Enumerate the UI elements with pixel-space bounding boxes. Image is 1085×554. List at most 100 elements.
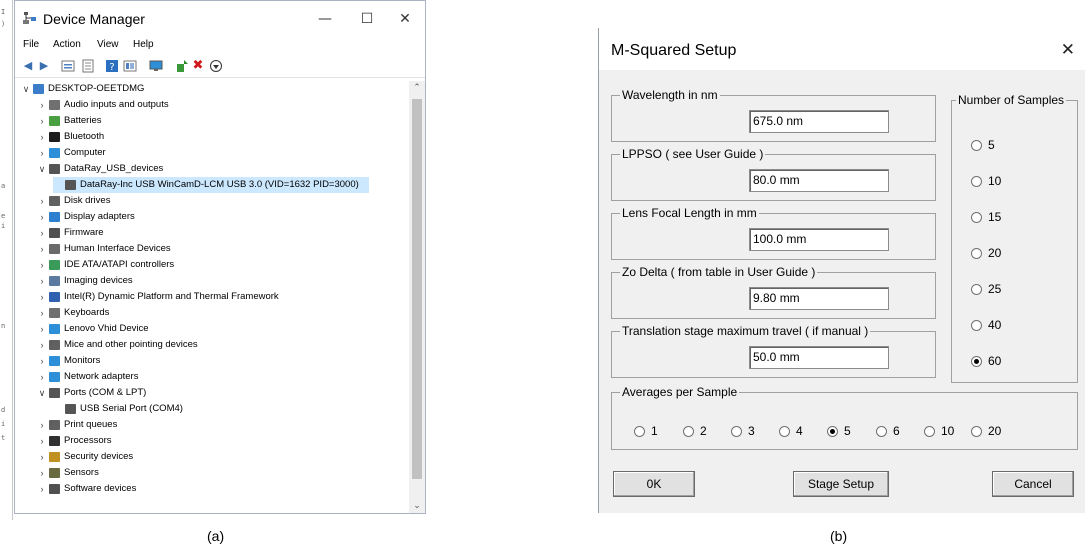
ok-button[interactable]: 0K	[613, 471, 695, 497]
menu-view[interactable]: View	[97, 39, 119, 50]
chevron-right-icon[interactable]: ›	[37, 97, 47, 113]
averages-option-3[interactable]: 3	[731, 424, 755, 438]
vertical-scrollbar[interactable]: ⌃ ⌄	[409, 81, 425, 513]
monitor-icon[interactable]	[149, 59, 163, 73]
radio-icon[interactable]	[971, 426, 982, 437]
samples-option-40[interactable]: 40	[971, 318, 1001, 332]
radio-icon[interactable]	[731, 426, 742, 437]
chevron-right-icon[interactable]: ›	[37, 129, 47, 145]
close-icon[interactable]: ✕	[1061, 40, 1075, 60]
samples-option-10[interactable]: 10	[971, 174, 1001, 188]
samples-option-25[interactable]: 25	[971, 282, 1001, 296]
dialog-title-bar[interactable]: M-Squared Setup ✕	[599, 28, 1085, 70]
details-icon[interactable]	[123, 59, 137, 73]
tree-item-label: Print queues	[64, 419, 118, 430]
radio-icon[interactable]	[876, 426, 887, 437]
tree-item-label: Ports (COM & LPT)	[64, 387, 147, 398]
scroll-thumb[interactable]	[412, 99, 422, 479]
radio-icon[interactable]	[971, 248, 982, 259]
back-icon[interactable]: ◀	[21, 59, 35, 73]
tree-item[interactable]: DataRay-Inc USB WinCamD-LCM USB 3.0 (VID…	[53, 177, 369, 193]
focal-length-field[interactable]: 100.0 mm	[749, 228, 889, 251]
radio-icon[interactable]	[634, 426, 645, 437]
stage-setup-button[interactable]: Stage Setup	[793, 471, 889, 497]
toolbar: ◀ ▶ ? ✖	[15, 55, 425, 78]
device-tree: ∨ DESKTOP-OEETDMG › Audio inputs and output…	[15, 81, 411, 513]
radio-icon[interactable]	[779, 426, 790, 437]
averages-option-1[interactable]: 1	[634, 424, 658, 438]
title-bar[interactable]: Device Manager — ☐ ✕	[15, 1, 425, 37]
chevron-right-icon[interactable]: ›	[37, 273, 47, 289]
forward-icon[interactable]: ▶	[37, 59, 51, 73]
menu-action[interactable]: Action	[53, 39, 81, 50]
averages-option-2[interactable]: 2	[683, 424, 707, 438]
radio-icon[interactable]	[683, 426, 694, 437]
menu-file[interactable]: File	[23, 39, 39, 50]
tree-view-icon[interactable]	[61, 59, 75, 73]
chevron-right-icon[interactable]: ›	[37, 257, 47, 273]
chevron-right-icon[interactable]: ›	[37, 209, 47, 225]
samples-option-5[interactable]: 5	[971, 138, 995, 152]
averages-option-5[interactable]: 5	[827, 424, 851, 438]
help-icon[interactable]: ?	[105, 59, 119, 73]
chevron-right-icon[interactable]: ›	[37, 113, 47, 129]
radio-icon[interactable]	[827, 426, 838, 437]
chevron-right-icon[interactable]: ›	[37, 241, 47, 257]
samples-option-60[interactable]: 60	[971, 354, 1001, 368]
download-icon[interactable]	[209, 59, 223, 73]
chevron-right-icon[interactable]: ›	[37, 369, 47, 385]
chevron-down-icon[interactable]: ∨	[37, 385, 47, 401]
close-button[interactable]: ✕	[387, 5, 423, 33]
chevron-right-icon[interactable]: ›	[37, 481, 47, 497]
travel-field[interactable]: 50.0 mm	[749, 346, 889, 369]
radio-icon[interactable]	[971, 284, 982, 295]
averages-option-4[interactable]: 4	[779, 424, 803, 438]
travel-label: Translation stage maximum travel ( if ma…	[622, 324, 869, 338]
chevron-right-icon[interactable]: ›	[37, 417, 47, 433]
chevron-right-icon[interactable]: ›	[37, 305, 47, 321]
minimize-button[interactable]: —	[307, 5, 343, 33]
chevron-right-icon[interactable]: ›	[37, 465, 47, 481]
chevron-right-icon[interactable]: ›	[37, 225, 47, 241]
chevron-down-icon[interactable]: ∨	[37, 161, 47, 177]
radio-icon[interactable]	[924, 426, 935, 437]
maximize-button[interactable]: ☐	[349, 5, 385, 33]
tree-item-label: Software devices	[64, 483, 137, 494]
tree-item-label: Monitors	[64, 355, 101, 366]
tree-item-label: USB Serial Port (COM4)	[80, 403, 183, 414]
cancel-button[interactable]: Cancel	[992, 471, 1074, 497]
chevron-right-icon[interactable]: ›	[37, 321, 47, 337]
averages-option-20[interactable]: 20	[971, 424, 1001, 438]
radio-label: 1	[651, 424, 658, 438]
wavelength-field[interactable]: 675.0 nm	[749, 110, 889, 133]
radio-icon[interactable]	[971, 356, 982, 367]
radio-label: 20	[988, 246, 1002, 260]
averages-option-6[interactable]: 6	[876, 424, 900, 438]
radio-icon[interactable]	[971, 320, 982, 331]
averages-option-10[interactable]: 10	[924, 424, 954, 438]
samples-option-20[interactable]: 20	[971, 246, 1001, 260]
update-driver-icon[interactable]	[175, 59, 189, 73]
zo-delta-field[interactable]: 9.80 mm	[749, 287, 889, 310]
menu-help[interactable]: Help	[133, 39, 154, 50]
chevron-right-icon[interactable]: ›	[37, 193, 47, 209]
radio-icon[interactable]	[971, 212, 982, 223]
device-category-icon	[49, 292, 60, 302]
chevron-down-icon[interactable]: ∨	[21, 81, 31, 97]
scroll-up-icon[interactable]: ⌃	[409, 81, 425, 95]
samples-option-15[interactable]: 15	[971, 210, 1001, 224]
chevron-right-icon[interactable]: ›	[37, 337, 47, 353]
radio-icon[interactable]	[971, 176, 982, 187]
device-category-icon	[49, 484, 60, 494]
radio-icon[interactable]	[971, 140, 982, 151]
chevron-right-icon[interactable]: ›	[37, 145, 47, 161]
chevron-right-icon[interactable]: ›	[37, 449, 47, 465]
properties-icon[interactable]	[81, 59, 95, 73]
uninstall-icon[interactable]: ✖	[191, 59, 205, 73]
chevron-right-icon[interactable]: ›	[37, 289, 47, 305]
chevron-right-icon[interactable]: ›	[37, 353, 47, 369]
scroll-down-icon[interactable]: ⌄	[409, 499, 425, 513]
radio-label: 5	[844, 424, 851, 438]
chevron-right-icon[interactable]: ›	[37, 433, 47, 449]
lppso-field[interactable]: 80.0 mm	[749, 169, 889, 192]
